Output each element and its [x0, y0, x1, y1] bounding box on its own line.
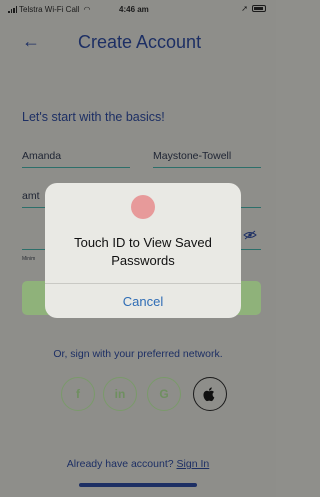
alert-title: Touch ID to View Saved Passwords	[74, 235, 212, 268]
footer-line: Already have account? Sign In	[0, 458, 276, 470]
facebook-button[interactable]: f	[61, 377, 95, 411]
back-arrow-icon[interactable]: ←	[22, 31, 40, 52]
touch-id-alert: Touch ID to View Saved Passwords Cancel	[45, 183, 241, 318]
status-left: Telstra Wi-Fi Call ◠	[8, 5, 90, 14]
status-time: 4:46 am	[119, 5, 149, 14]
wifi-icon: ◠	[83, 5, 91, 14]
apple-icon	[203, 387, 215, 402]
status-right: ➚	[241, 4, 266, 13]
carrier-label: Telstra Wi-Fi Call	[19, 5, 80, 14]
footer-text: Already have account?	[66, 458, 174, 470]
google-button[interactable]: G	[147, 377, 181, 411]
cancel-button[interactable]: Cancel	[45, 284, 241, 318]
page-title: Create Account	[78, 32, 202, 52]
password-hint: Minim	[22, 256, 36, 262]
status-bar: Telstra Wi-Fi Call ◠ 4:46 am ➚	[0, 0, 276, 20]
sign-in-link[interactable]: Sign In	[177, 458, 210, 470]
google-icon: G	[159, 387, 169, 401]
last-name-field[interactable]: Maystone-Towell	[153, 150, 261, 168]
create-account-screen: Telstra Wi-Fi Call ◠ 4:46 am ➚ ← Create …	[0, 0, 276, 497]
section-heading: Let's start with the basics!	[22, 110, 165, 124]
battery-icon	[252, 5, 266, 12]
social-prompt: Or, sign with your preferred network.	[53, 348, 223, 360]
signal-icon	[8, 6, 17, 13]
location-icon: ➚	[241, 4, 248, 13]
first-name-field[interactable]: Amanda	[22, 150, 130, 168]
eye-icon[interactable]	[243, 230, 257, 240]
fingerprint-icon	[131, 195, 155, 219]
home-indicator	[79, 483, 197, 487]
apple-button[interactable]	[193, 377, 227, 411]
linkedin-icon: in	[114, 387, 126, 401]
linkedin-button[interactable]: in	[103, 377, 137, 411]
facebook-icon: f	[76, 387, 80, 401]
